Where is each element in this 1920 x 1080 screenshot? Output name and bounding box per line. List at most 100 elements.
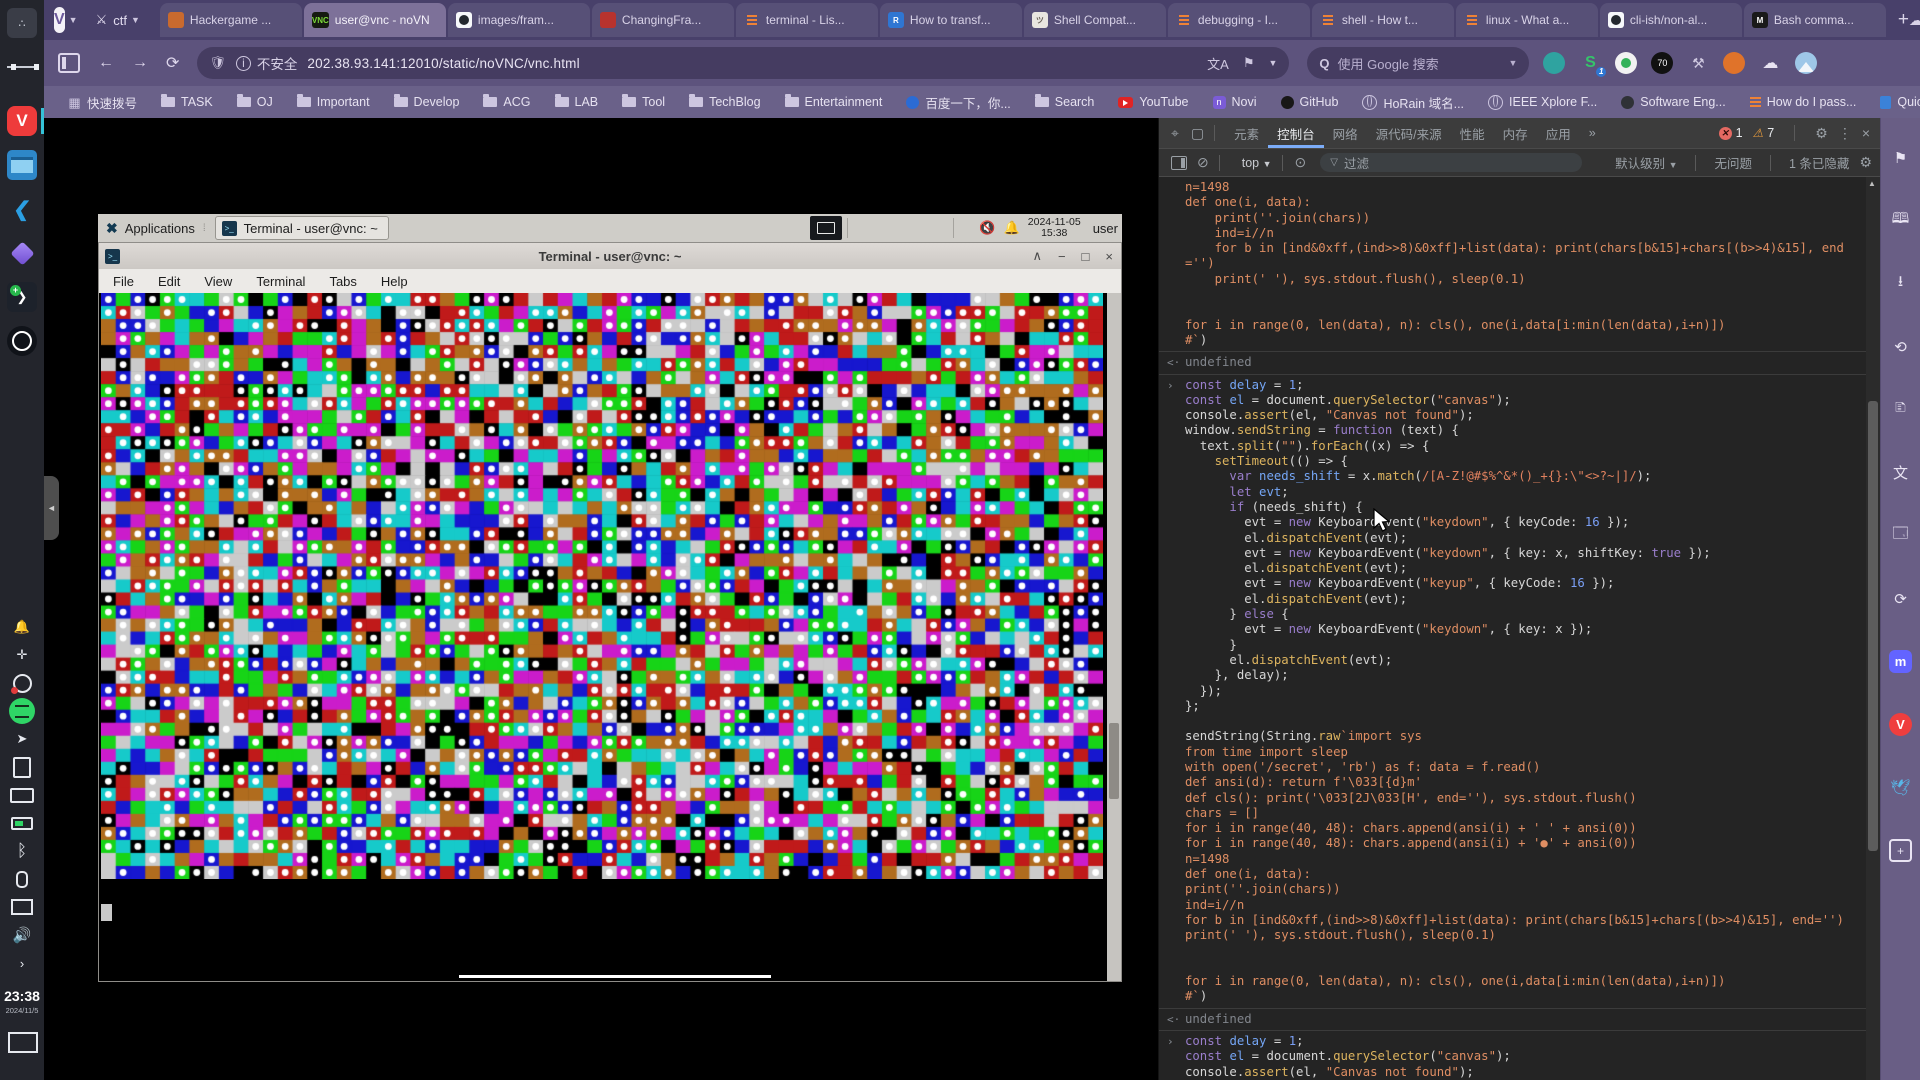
bookmark-item[interactable]: Search <box>1034 94 1094 109</box>
downloads-icon[interactable]: ⭳ <box>1889 272 1912 295</box>
microphone-icon[interactable] <box>9 866 35 892</box>
user-menu[interactable]: user <box>1093 221 1118 236</box>
browser-tab[interactable]: R How to transf... <box>879 3 1022 37</box>
audio-mixer-icon[interactable] <box>7 52 39 82</box>
menu-file[interactable]: File <box>113 274 134 289</box>
keyboard-button[interactable] <box>810 216 842 240</box>
bookmark-item[interactable]: TASK <box>161 94 213 109</box>
clear-console-icon[interactable]: ⊘ <box>1197 154 1209 171</box>
browser-tab[interactable]: shell - How t... <box>1311 3 1454 37</box>
devtools-tab-网络[interactable]: 网络 <box>1324 118 1367 148</box>
browser-tab[interactable]: debugging - I... <box>1167 3 1310 37</box>
error-badge[interactable]: ✕ 1 <box>1718 126 1743 140</box>
close-devtools-icon[interactable]: × <box>1862 125 1870 141</box>
bookmark-item[interactable]: HoRain 域名... <box>1362 93 1464 112</box>
bookmark-item[interactable]: ▦ 快速拨号 <box>68 93 137 112</box>
hidden-messages-label[interactable]: 1 条已隐藏 <box>1789 153 1849 172</box>
vivaldi-menu-caret-icon[interactable]: ▼ <box>69 15 78 25</box>
show-desktop-button[interactable] <box>8 1032 38 1053</box>
extension-proxy-icon[interactable]: S1 <box>1579 52 1607 77</box>
cloud-sync-icon[interactable]: ☁ <box>1759 52 1781 74</box>
screen-tool-icon[interactable]: ∴ <box>7 8 37 38</box>
extension-icon[interactable] <box>1723 52 1746 74</box>
remote-desktop[interactable]: ✖ Applications ⁞ >_ Terminal - user@vnc:… <box>98 214 1122 982</box>
sync-icon[interactable]: ⟳ <box>1889 587 1912 610</box>
tray-expander-icon[interactable]: › <box>9 950 35 976</box>
muted-speaker-icon[interactable]: 🔇 <box>979 220 995 236</box>
search-field[interactable]: Q 使用 Google 搜索 ▼ <box>1307 47 1530 79</box>
scrollbar-thumb[interactable] <box>1109 723 1119 799</box>
bookmark-item[interactable]: OJ <box>236 94 273 109</box>
devtools-tab-控制台[interactable]: 控制台 <box>1268 118 1324 148</box>
minimize-button[interactable]: − <box>1058 249 1066 264</box>
taskbar-button[interactable]: >_ Terminal - user@vnc: ~ <box>214 216 389 240</box>
screen-share-icon[interactable] <box>9 894 35 920</box>
terminal-scrollbar[interactable] <box>1107 293 1121 981</box>
console-entry-input[interactable]: › const delay = 1; const el = document.que… <box>1159 1031 1866 1080</box>
forward-icon[interactable]: → <box>132 54 148 72</box>
extension-icon[interactable]: ⚒ <box>1687 52 1709 74</box>
info-icon[interactable]: i <box>235 55 251 71</box>
bookmark-item[interactable]: Develop <box>393 94 459 109</box>
console-filter-input[interactable]: ▽ 过滤 <box>1320 153 1583 172</box>
workspace-selector[interactable]: ⚔ ctf ▼ <box>96 12 144 28</box>
file-manager-icon[interactable] <box>7 150 37 180</box>
console-entry-result[interactable]: <· undefined <box>1159 352 1866 375</box>
bookmark-item[interactable]: ACG <box>483 94 531 109</box>
browser-tab[interactable]: ツ Shell Compat... <box>1023 3 1166 37</box>
bookmark-flag-icon[interactable]: ⚑ <box>1243 55 1255 71</box>
bookmark-item[interactable]: How do I pass... <box>1749 95 1856 109</box>
extension-counter-icon[interactable]: 70 <box>1651 52 1674 74</box>
bookmark-item[interactable]: n Novi <box>1212 95 1257 109</box>
device-toolbar-icon[interactable]: ▢ <box>1191 125 1204 142</box>
console-sidebar-icon[interactable] <box>1171 155 1187 170</box>
url-dropdown-icon[interactable]: ▼ <box>1268 58 1277 68</box>
url-text[interactable]: 202.38.93.141:12010/static/noVNC/vnc.htm… <box>307 56 579 71</box>
browser-tab[interactable]: linux - What a... <box>1455 3 1598 37</box>
menu-terminal[interactable]: Terminal <box>256 274 305 289</box>
extension-icon[interactable] <box>1543 52 1566 74</box>
vivaldi-menu-button[interactable]: V <box>54 7 65 33</box>
spotify-icon[interactable] <box>9 698 35 724</box>
browser-tab[interactable]: VNC user@vnc - noVN <box>303 3 446 37</box>
terminal-icon[interactable]: ❯ + <box>7 282 37 312</box>
browser-tab[interactable]: cli-ish/non-al... <box>1599 3 1742 37</box>
shade-button[interactable]: ∧ <box>1032 248 1042 264</box>
console-log[interactable]: n=1498 def one(i, data): print(''.join(ch… <box>1159 177 1866 1080</box>
reading-list-icon[interactable]: 🕮 <box>1889 209 1912 232</box>
back-icon[interactable]: ← <box>98 54 114 72</box>
console-entry-tail[interactable]: n=1498 def one(i, data): print(''.join(ch… <box>1159 177 1866 353</box>
close-button[interactable]: × <box>1105 249 1113 264</box>
browser-tab[interactable]: Hackergame ... <box>159 3 302 37</box>
clipboard-icon[interactable] <box>9 754 35 780</box>
applications-logo-icon[interactable]: ✖ <box>106 220 118 237</box>
translate-icon[interactable]: 文 <box>1889 461 1912 484</box>
log-level-selector[interactable]: 默认级别 ▼ <box>1615 153 1677 172</box>
new-tab-button[interactable]: + <box>1898 9 1909 31</box>
bird-icon[interactable]: 🕊 <box>1889 776 1912 799</box>
console-settings-gear-icon[interactable]: ⚙ <box>1859 154 1872 171</box>
url-field[interactable]: 🛡 i 不安全 202.38.93.141:12010/static/noVNC… <box>197 47 1290 79</box>
obs-studio-icon[interactable] <box>7 326 37 356</box>
menu-help[interactable]: Help <box>381 274 408 289</box>
shield-icon[interactable]: 🛡 <box>209 55 226 71</box>
terminal-screen[interactable] <box>99 293 1121 981</box>
dark-wheel-icon[interactable]: ✛ <box>9 642 35 668</box>
obs-tray-icon[interactable] <box>9 670 35 696</box>
live-expression-eye-icon[interactable]: ⊙ <box>1295 154 1307 171</box>
search-dropdown-icon[interactable]: ▼ <box>1508 58 1517 68</box>
browser-tab[interactable]: M Bash comma... <box>1743 3 1886 37</box>
notification-bell-icon[interactable]: 🔔 <box>1004 220 1020 236</box>
keyboard-icon[interactable] <box>9 782 35 808</box>
settings-gear-icon[interactable]: ⚙ <box>1815 125 1828 142</box>
devtools-tab-源代码/来源[interactable]: 源代码/来源 <box>1367 118 1451 148</box>
bookmark-item[interactable]: Important <box>296 94 370 109</box>
profile-avatar[interactable] <box>1795 52 1818 74</box>
speaker-icon[interactable]: 🔊 <box>9 922 35 948</box>
panel-toggle-icon[interactable] <box>58 53 80 73</box>
terminal-title-bar[interactable]: >_ Terminal - user@vnc: ~ ∧ − □ × <box>99 243 1121 269</box>
translate-icon[interactable]: 文A <box>1207 54 1229 73</box>
bookmark-item[interactable]: Tool <box>622 94 665 109</box>
devtools-tab-内存[interactable]: 内存 <box>1494 118 1537 148</box>
vivaldi-icon[interactable]: V <box>1889 713 1912 736</box>
